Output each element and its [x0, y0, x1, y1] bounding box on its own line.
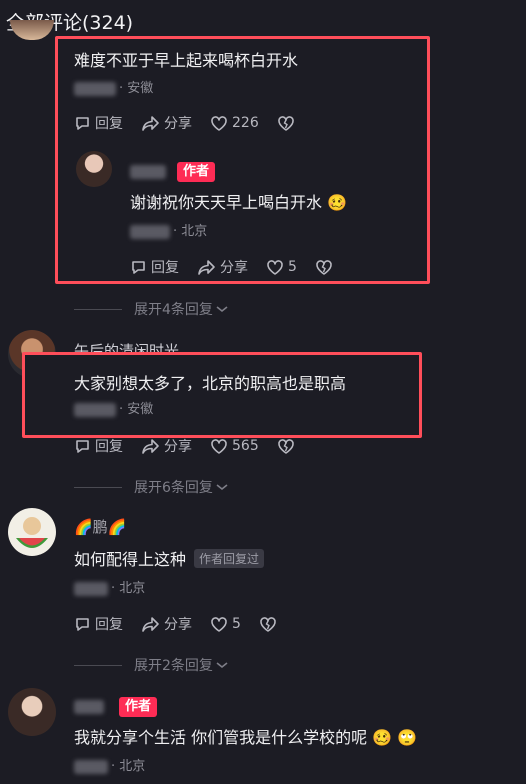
broken-heart-icon [277, 115, 294, 131]
divider [74, 664, 122, 666]
author-badge: 作者 [119, 697, 158, 717]
share-button[interactable]: 分享 [141, 436, 192, 456]
comment-author-row: 作者 [74, 697, 158, 717]
share-button[interactable]: 分享 [141, 614, 192, 634]
dislike-button[interactable] [315, 259, 337, 276]
like-button[interactable]: 226 [210, 115, 259, 132]
dislike-button[interactable] [259, 616, 281, 633]
divider [74, 486, 122, 488]
comment-actions: 回复 分享 5 [74, 614, 299, 634]
avatar[interactable] [8, 508, 56, 556]
highlight-box [55, 36, 430, 284]
like-button[interactable]: 5 [266, 259, 297, 276]
expand-replies-button[interactable]: 展开6条回复 [74, 477, 229, 497]
heart-icon [211, 438, 227, 454]
comment-text: 我就分享个生活 你们管我是什么学校的呢 🥴 🙄 [74, 728, 418, 747]
share-button[interactable]: 分享 [197, 257, 248, 277]
avatar[interactable] [8, 688, 56, 736]
share-icon [198, 259, 215, 275]
comment-text: 难度不亚于早上起来喝杯白开水 [74, 51, 299, 70]
comment-text-row: 如何配得上这种 作者回复过 [74, 546, 265, 570]
blurred-username [74, 759, 108, 774]
blurred-username [74, 81, 116, 96]
avatar[interactable] [10, 20, 54, 40]
heart-icon [267, 259, 283, 275]
avatar[interactable] [76, 151, 112, 187]
reply-icon [76, 439, 89, 453]
broken-heart-icon [260, 616, 276, 632]
author-replied-badge: 作者回复过 [194, 548, 265, 568]
chevron-down-icon [216, 484, 228, 491]
reply-icon [132, 260, 145, 274]
comment-nickname[interactable]: 🌈鹏🌈 [74, 516, 126, 537]
comment-meta: · 北京 [74, 755, 145, 774]
heart-icon [211, 115, 227, 131]
share-icon [142, 115, 159, 131]
reply-meta: · 北京 [130, 220, 207, 239]
heart-icon [211, 616, 227, 632]
reply-button[interactable]: 回复 [74, 614, 123, 634]
comment-actions: 回复 分享 226 [74, 113, 317, 133]
author-badge: 作者 [177, 162, 216, 182]
comment-actions: 回复 分享 565 [74, 436, 317, 456]
reply-author-row: 作者 [130, 162, 216, 182]
comment-meta: · 北京 [74, 577, 145, 596]
blurred-username [74, 402, 116, 417]
reply-icon [76, 116, 89, 130]
woozy-face-emoji: 🥴 [372, 728, 393, 747]
highlight-box [22, 352, 422, 438]
reply-button[interactable]: 回复 [74, 113, 123, 133]
eye-roll-emoji: 🙄 [397, 728, 418, 747]
comment-text: 如何配得上这种 [74, 550, 187, 569]
dislike-button[interactable] [277, 438, 299, 455]
blurred-username [130, 165, 166, 179]
divider [74, 308, 122, 310]
dislike-button[interactable] [277, 115, 299, 132]
chevron-down-icon [216, 662, 228, 669]
broken-heart-icon [316, 259, 332, 275]
chevron-down-icon [216, 306, 228, 313]
reply-text: 谢谢祝你天天早上喝白开水 🥴 [130, 193, 348, 212]
broken-heart-icon [277, 438, 294, 454]
blurred-username [74, 581, 108, 596]
like-button[interactable]: 565 [210, 438, 259, 455]
comment-location: · 安徽 [119, 81, 154, 96]
reply-actions: 回复 分享 5 [130, 257, 355, 277]
expand-replies-button[interactable]: 展开2条回复 [74, 655, 229, 675]
reply-icon [76, 617, 89, 631]
woozy-face-emoji: 🥴 [327, 193, 348, 212]
share-icon [142, 438, 159, 454]
share-icon [142, 616, 159, 632]
comment-text: 大家别想太多了，北京的职高也是职高 [74, 374, 347, 393]
share-button[interactable]: 分享 [141, 113, 192, 133]
watermelon-sticker-icon [16, 517, 48, 548]
like-button[interactable]: 5 [210, 616, 241, 633]
expand-replies-button[interactable]: 展开4条回复 [74, 299, 229, 319]
reply-button[interactable]: 回复 [130, 257, 179, 277]
blurred-username [130, 224, 170, 239]
reply-button[interactable]: 回复 [74, 436, 123, 456]
comment-meta: · 安徽 [74, 398, 153, 417]
blurred-username [74, 700, 104, 714]
comment-meta: · 安徽 [74, 77, 153, 96]
